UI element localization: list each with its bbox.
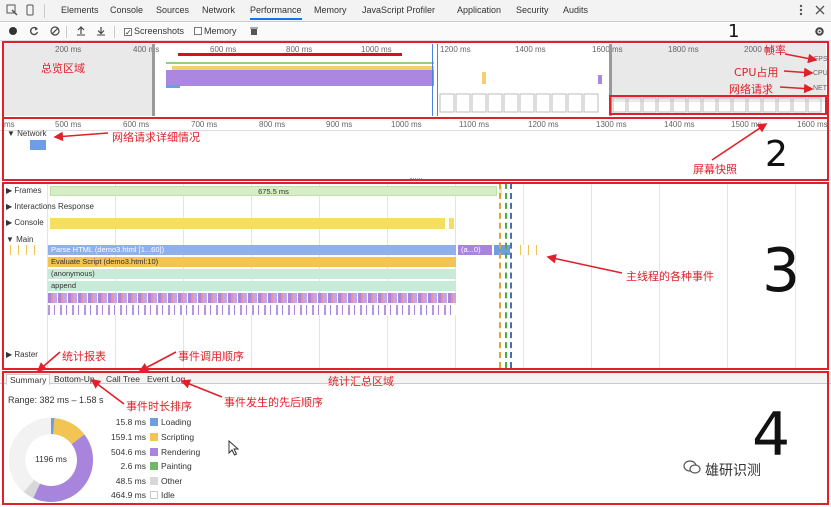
section-number-1: 1 [728,21,740,42]
annotation-arrows [36,53,818,405]
wechat-icon [683,459,701,475]
section-number-2: 2 [765,134,788,175]
watermark-text: 雄研识测 [705,463,761,479]
section-number-3: 3 [762,236,801,306]
